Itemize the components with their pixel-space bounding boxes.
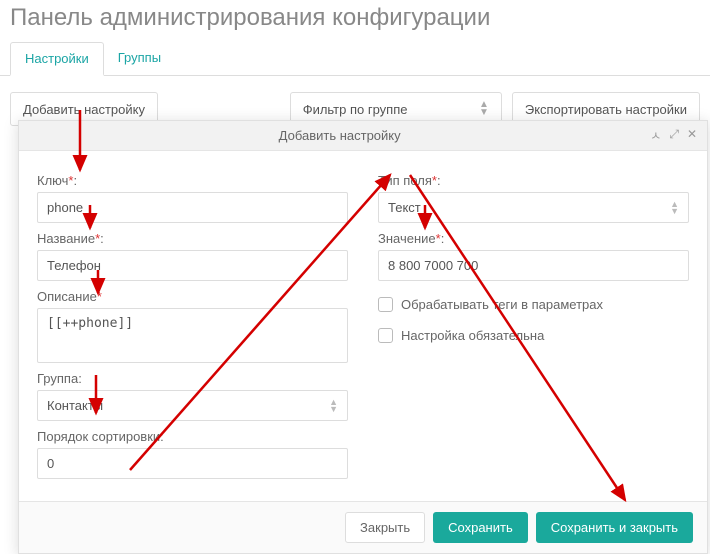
save-and-close-button[interactable]: Сохранить и закрыть — [536, 512, 693, 543]
value-input[interactable] — [378, 250, 689, 281]
save-button[interactable]: Сохранить — [433, 512, 528, 543]
collapse-icon[interactable]: ㅅ — [650, 127, 661, 144]
chevron-updown-icon: ▲▼ — [479, 101, 489, 117]
description-textarea[interactable] — [37, 308, 348, 363]
tab-groups[interactable]: Группы — [104, 42, 175, 75]
sort-input[interactable] — [37, 448, 348, 479]
modal-footer: Закрыть Сохранить Сохранить и закрыть — [19, 501, 707, 553]
chevron-updown-icon: ▲▼ — [670, 201, 679, 215]
field-type-select[interactable]: Текст ▲▼ — [378, 192, 689, 223]
label-group: Группа: — [37, 371, 348, 386]
name-input[interactable] — [37, 250, 348, 281]
process-tags-checkbox-row[interactable]: Обрабатывать теги в параметрах — [378, 297, 689, 312]
modal-body: Ключ*: Название*: Описание* Группа: Конт… — [19, 151, 707, 501]
group-value: Контакты — [47, 398, 103, 413]
label-field-type: Тип поля*: — [378, 173, 689, 188]
label-sort: Порядок сортировки: — [37, 429, 348, 444]
checkbox-icon — [378, 328, 393, 343]
key-input[interactable] — [37, 192, 348, 223]
close-button[interactable]: Закрыть — [345, 512, 425, 543]
tabs: Настройки Группы — [0, 42, 710, 76]
label-key: Ключ*: — [37, 173, 348, 188]
tab-settings[interactable]: Настройки — [10, 42, 104, 76]
chevron-updown-icon: ▲▼ — [329, 399, 338, 413]
process-tags-label: Обрабатывать теги в параметрах — [401, 297, 603, 312]
checkbox-icon — [378, 297, 393, 312]
close-icon[interactable]: ✕ — [687, 127, 697, 144]
add-setting-modal: Добавить настройку ㅅ ⤢ ✕ Ключ*: Название… — [18, 120, 708, 554]
modal-header: Добавить настройку ㅅ ⤢ ✕ — [19, 121, 707, 151]
required-checkbox-row[interactable]: Настройка обязательна — [378, 328, 689, 343]
page-title: Панель администрирования конфигурации — [0, 0, 710, 42]
modal-title: Добавить настройку — [29, 128, 650, 143]
expand-icon[interactable]: ⤢ — [669, 127, 679, 144]
label-description: Описание* — [37, 289, 348, 304]
label-name: Название*: — [37, 231, 348, 246]
required-label: Настройка обязательна — [401, 328, 544, 343]
group-select[interactable]: Контакты ▲▼ — [37, 390, 348, 421]
field-type-value: Текст — [388, 200, 421, 215]
filter-placeholder: Фильтр по группе — [303, 102, 408, 117]
label-value: Значение*: — [378, 231, 689, 246]
